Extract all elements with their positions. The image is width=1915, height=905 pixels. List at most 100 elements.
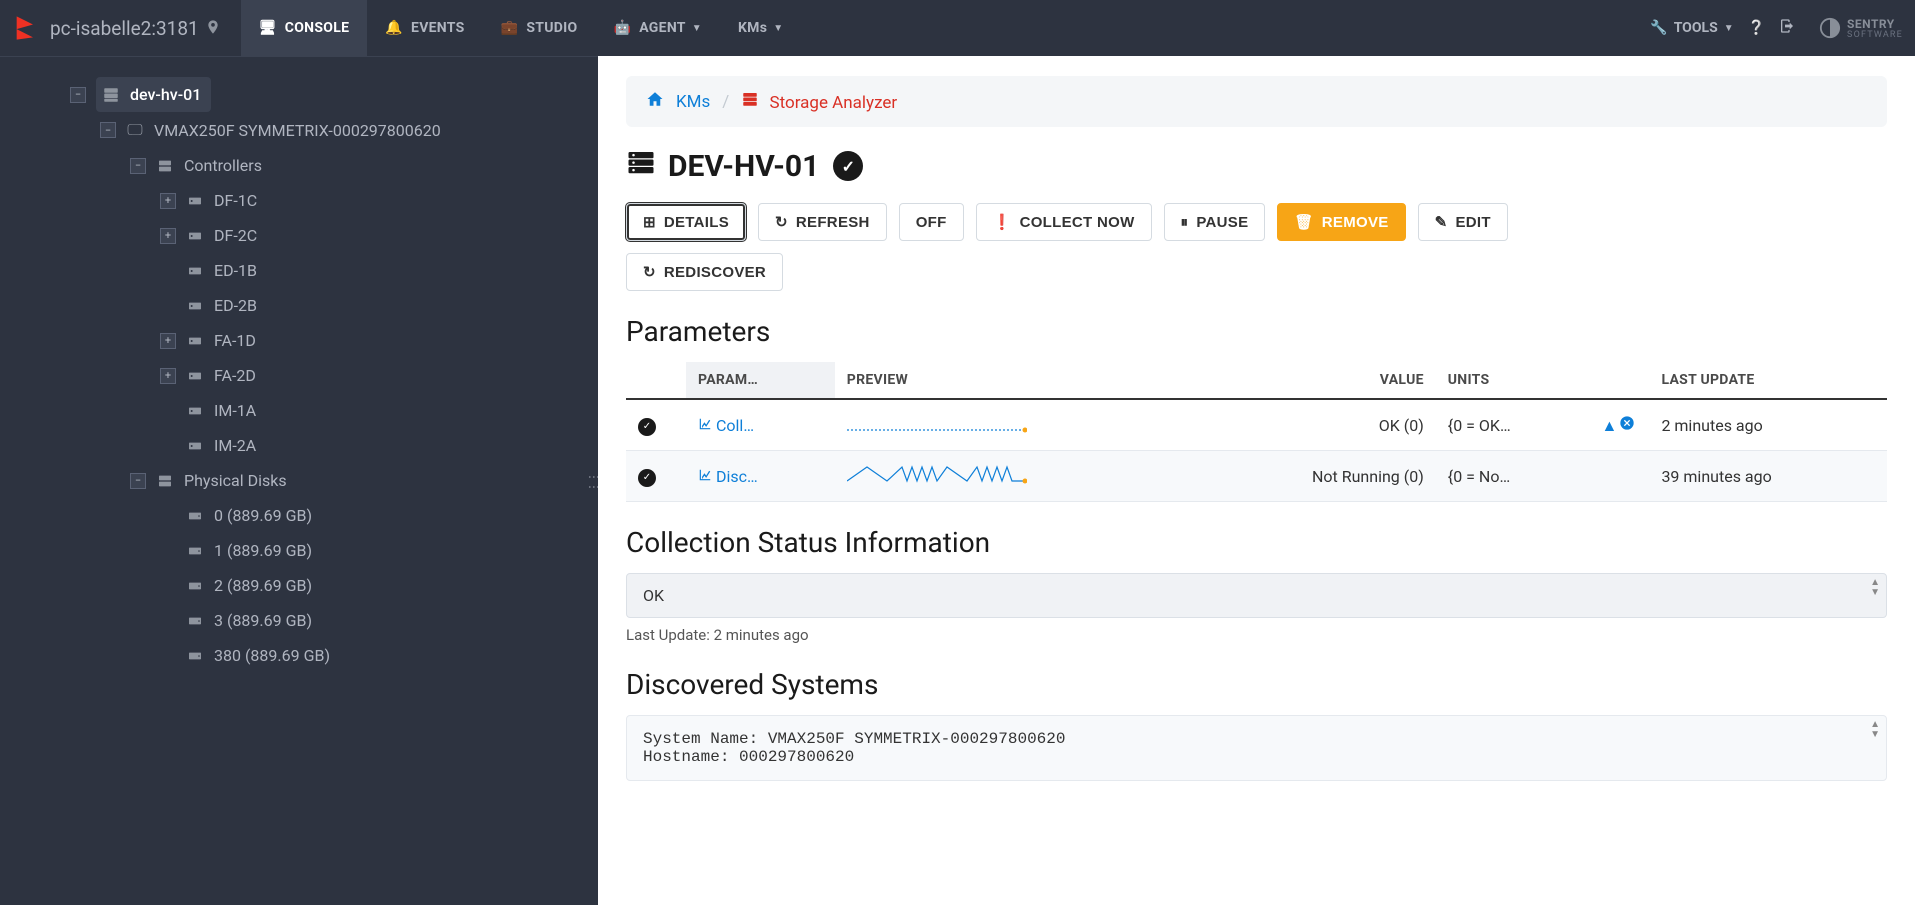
col-preview[interactable]: PREVIEW — [835, 362, 1196, 399]
tab-events[interactable]: 🔔 EVENTS — [367, 0, 482, 56]
param-link[interactable]: Disc… — [698, 467, 758, 486]
hdd-icon — [186, 543, 204, 559]
refresh-icon: ↻ — [775, 213, 788, 231]
tree-toggle[interactable]: + — [160, 325, 186, 357]
tree-node-controller[interactable]: ED-1B — [186, 253, 257, 288]
tree-node-vmax[interactable]: 🖵 VMAX250F SYMMETRIX-000297800620 — [126, 112, 441, 148]
tree-node-controller[interactable]: IM-2A — [186, 428, 256, 463]
tree-toggle[interactable]: + — [160, 185, 186, 217]
tree-toggle[interactable] — [160, 430, 186, 462]
hdd-icon — [186, 228, 204, 244]
trash-icon: 🗑 — [1294, 213, 1313, 231]
status-ok-icon: ✓ — [638, 469, 656, 487]
value-cell: Not Running (0) — [1196, 451, 1436, 502]
resize-handle[interactable]: ⋮⋮ — [587, 471, 598, 491]
discovered-systems-box[interactable]: System Name: VMAX250F SYMMETRIX-00029780… — [626, 715, 1887, 781]
tab-kms[interactable]: KMs ▼ — [720, 0, 801, 56]
units-cell: {0 = OK… — [1436, 399, 1590, 451]
refresh-icon: ↻ — [643, 263, 656, 281]
refresh-button[interactable]: ↻ REFRESH — [758, 203, 887, 241]
home-icon[interactable] — [646, 90, 664, 113]
tools-menu[interactable]: 🔧 TOOLS ▼ — [1650, 20, 1733, 36]
help-icon: ❔ — [1748, 20, 1765, 36]
collect-now-button[interactable]: ❗ COLLECT NOW — [976, 203, 1152, 241]
edit-button[interactable]: ✎ EDIT — [1418, 203, 1508, 241]
stepper-arrows[interactable]: ▲▼ — [1870, 720, 1880, 740]
tree-toggle[interactable]: + — [160, 220, 186, 252]
preview-cell — [835, 399, 1196, 451]
col-lastupdate[interactable]: LAST UPDATE — [1649, 362, 1887, 399]
tree-node-controller[interactable]: FA-1D — [186, 323, 256, 358]
main-content[interactable]: KMs / Storage Analyzer DEV-HV-01 ✓ ⊞ DET… — [598, 56, 1915, 905]
page-title: DEV-HV-01 ✓ — [626, 147, 1887, 185]
last-update-note: Last Update: 2 minutes ago — [626, 626, 1887, 644]
rediscover-button[interactable]: ↻ REDISCOVER — [626, 253, 783, 291]
tree-toggle[interactable] — [160, 535, 186, 567]
hdd-icon — [186, 193, 204, 209]
discovered-heading: Discovered Systems — [626, 668, 1887, 701]
tree-toggle[interactable]: − — [130, 465, 156, 497]
console-icon: 🖥 — [259, 20, 277, 36]
tree-toggle[interactable]: − — [130, 150, 156, 182]
hdd-icon — [186, 438, 204, 454]
sentry-logo: SENTRYSOFTWARE — [1819, 17, 1903, 40]
off-button[interactable]: OFF — [899, 203, 964, 241]
details-button[interactable]: ⊞ DETAILS — [626, 203, 746, 241]
stepper-arrows[interactable]: ▲▼ — [1870, 578, 1880, 598]
pause-button[interactable]: ⏸ PAUSE — [1164, 203, 1266, 241]
host-label: pc-isabelle2:3181 — [50, 17, 221, 40]
caret-down-icon: ▼ — [773, 23, 783, 34]
tree-toggle[interactable]: + — [160, 360, 186, 392]
server-icon — [626, 147, 656, 185]
hdd-icon — [186, 368, 204, 384]
sidebar-tree[interactable]: − dev-hv-01 − 🖵 VMAX250F SYMMETRIX-00029… — [0, 56, 598, 905]
tree-node-disk[interactable]: 0 (889.69 GB) — [186, 498, 312, 533]
tree-node-controllers[interactable]: Controllers — [156, 148, 262, 183]
nav-right: 🔧 TOOLS ▼ ❔ SENTRYSOFTWARE — [1650, 17, 1903, 40]
tab-console[interactable]: 🖥 CONSOLE — [241, 0, 368, 56]
tree-toggle[interactable]: − — [100, 114, 126, 146]
tree-node-controller[interactable]: FA-2D — [186, 358, 256, 393]
tree-node-controller[interactable]: IM-1A — [186, 393, 256, 428]
param-link[interactable]: Coll… — [698, 416, 754, 435]
tree-toggle[interactable] — [160, 570, 186, 602]
col-param[interactable]: PARAM… — [686, 362, 835, 399]
table-row[interactable]: ✓Coll…OK (0){0 = OK…▲2 minutes ago — [626, 399, 1887, 451]
tree-node-disk[interactable]: 1 (889.69 GB) — [186, 533, 312, 568]
tree-toggle[interactable] — [160, 605, 186, 637]
table-row[interactable]: ✓Disc…Not Running (0){0 = No…39 minutes … — [626, 451, 1887, 502]
tree-node-disk[interactable]: 3 (889.69 GB) — [186, 603, 312, 638]
pencil-icon: ✎ — [1435, 213, 1448, 231]
tree-toggle[interactable]: − — [70, 79, 96, 111]
tree-toggle[interactable] — [160, 290, 186, 322]
breadcrumb-analyzer: Storage Analyzer — [741, 90, 897, 113]
collection-status-value[interactable]: OK ▲▼ — [626, 573, 1887, 618]
hdd-icon — [186, 648, 204, 664]
units-cell: {0 = No… — [1436, 451, 1590, 502]
logout-button[interactable] — [1779, 18, 1795, 38]
tree-node-controller[interactable]: DF-1C — [186, 183, 257, 218]
tree-toggle[interactable] — [160, 395, 186, 427]
breadcrumb-kms[interactable]: KMs — [676, 92, 710, 112]
chart-icon — [698, 416, 712, 435]
tab-agent[interactable]: 🤖 AGENT ▼ — [595, 0, 720, 56]
tree-node-dev-hv-01[interactable]: dev-hv-01 — [96, 77, 211, 112]
help-button[interactable]: ❔ — [1748, 20, 1765, 36]
tree-toggle[interactable] — [160, 255, 186, 287]
tree-node-disk[interactable]: 2 (889.69 GB) — [186, 568, 312, 603]
parameters-heading: Parameters — [626, 315, 1887, 348]
tree-node-controller[interactable]: ED-2B — [186, 288, 257, 323]
tree-toggle[interactable] — [160, 640, 186, 672]
tree-toggle[interactable] — [160, 500, 186, 532]
col-value[interactable]: VALUE — [1196, 362, 1436, 399]
storage-icon — [741, 93, 763, 113]
tree-node-disk[interactable]: 380 (889.69 GB) — [186, 638, 330, 673]
remove-button[interactable]: 🗑 REMOVE — [1277, 203, 1405, 241]
tab-studio[interactable]: 💼 STUDIO — [483, 0, 596, 56]
hdd-icon — [186, 333, 204, 349]
tree-node-controller[interactable]: DF-2C — [186, 218, 257, 253]
hdd-icon — [186, 613, 204, 629]
tree-node-physical-disks[interactable]: Physical Disks — [156, 463, 287, 498]
host-name: pc-isabelle2:3181 — [50, 17, 199, 40]
col-units[interactable]: UNITS — [1436, 362, 1590, 399]
